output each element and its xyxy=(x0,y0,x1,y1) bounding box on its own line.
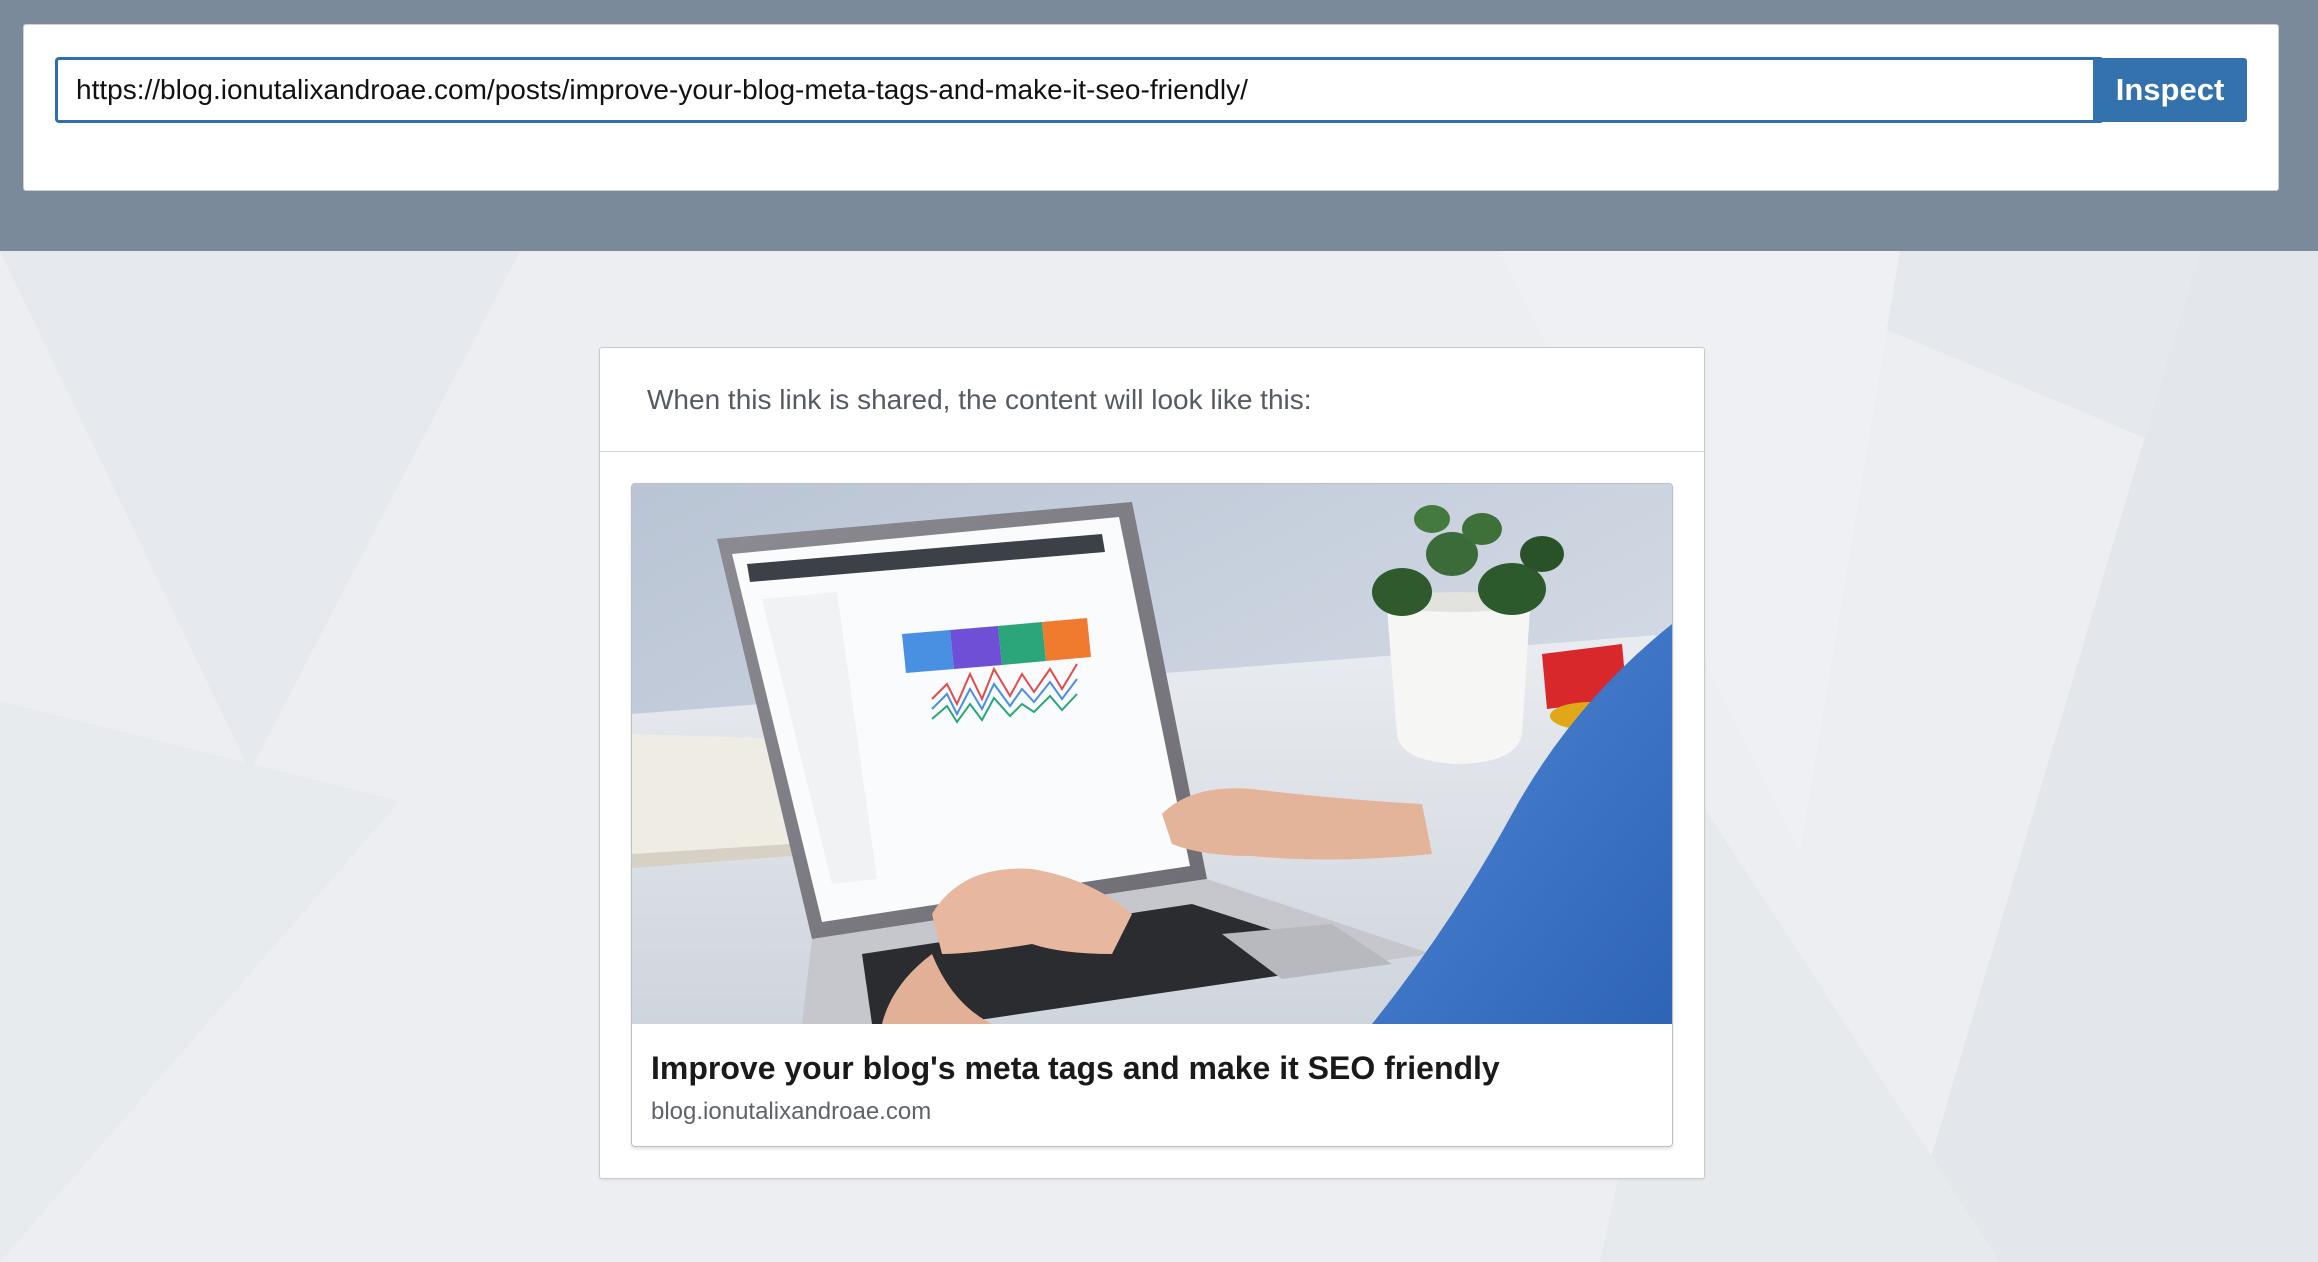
share-card-title: Improve your blog's meta tags and make i… xyxy=(651,1050,1500,1086)
share-preview-card[interactable]: Improve your blog's meta tags and make i… xyxy=(631,483,1673,1147)
url-inspector-card: Inspect xyxy=(23,24,2279,191)
share-preview-image xyxy=(632,484,1672,1024)
url-input[interactable] xyxy=(55,57,2104,123)
share-card-domain: blog.ionutalixandroae.com xyxy=(651,1098,932,1125)
link-preview-panel: When this link is shared, the content wi… xyxy=(599,347,1705,1179)
inspect-button[interactable]: Inspect xyxy=(2093,58,2247,122)
preview-header-text: When this link is shared, the content wi… xyxy=(647,384,1312,415)
preview-header: When this link is shared, the content wi… xyxy=(600,348,1704,452)
inspector-header-band: Inspect xyxy=(0,0,2318,251)
